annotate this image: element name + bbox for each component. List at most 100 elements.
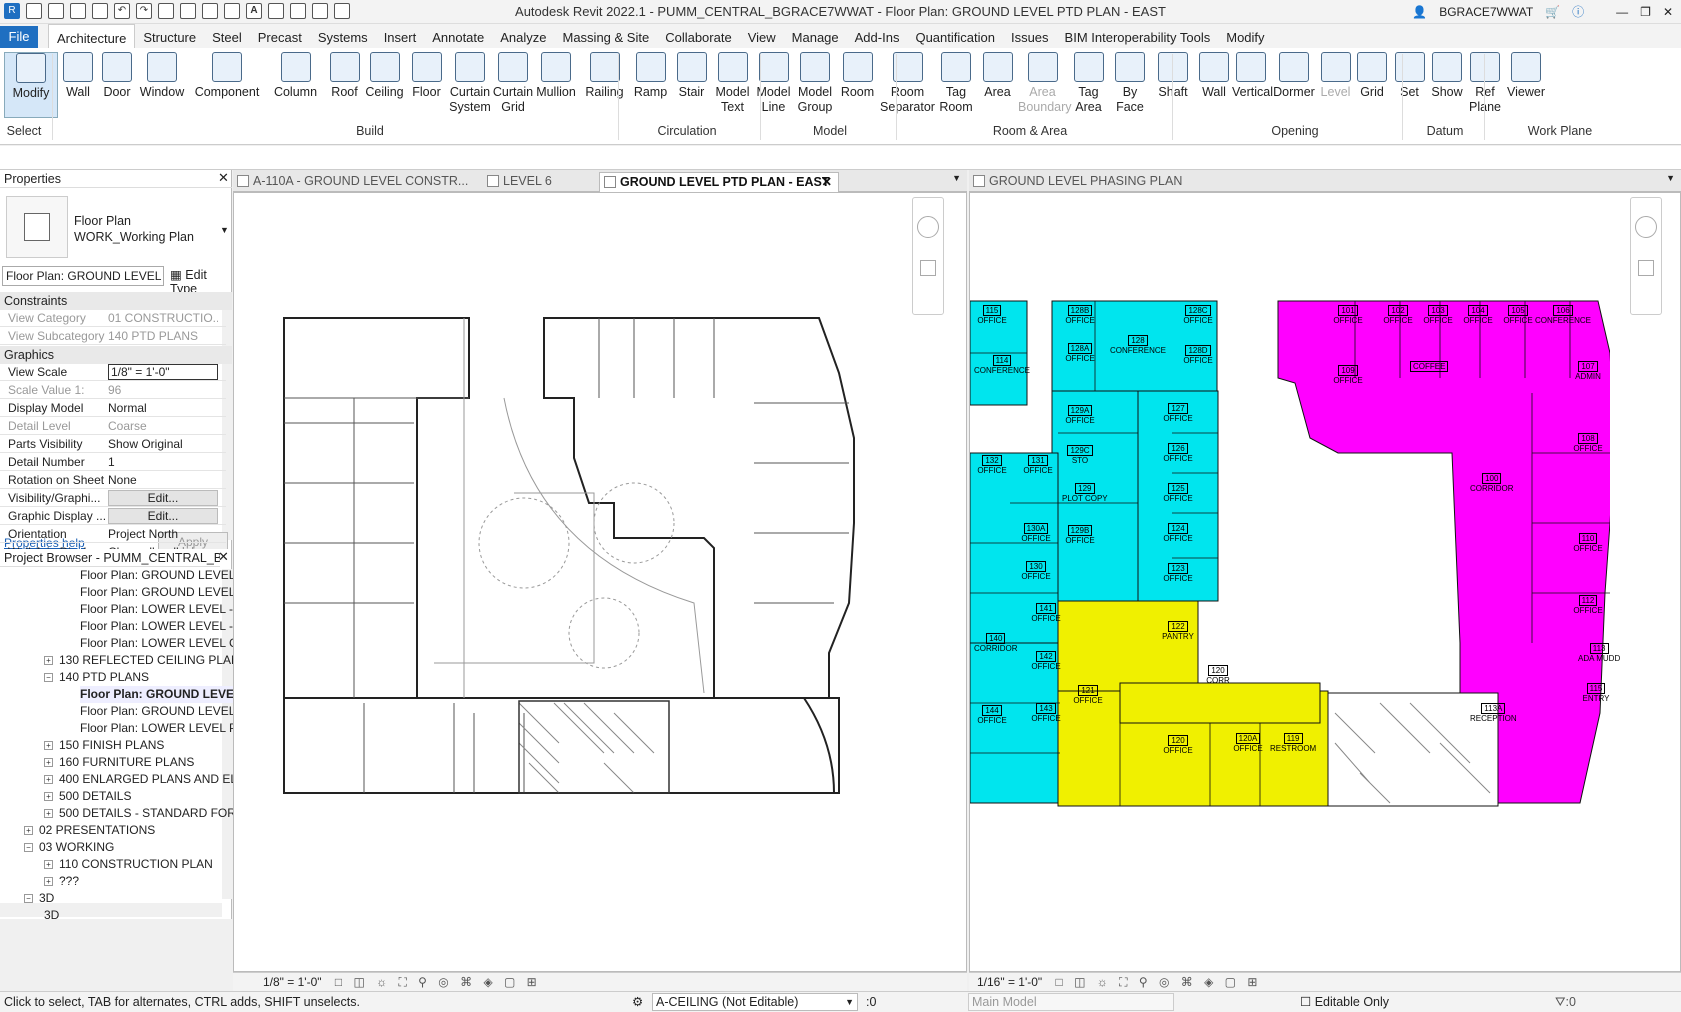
tab-close-icon[interactable]: ✕: [822, 173, 832, 191]
user-name[interactable]: BGRACE7WWAT: [1439, 5, 1533, 19]
collapse-icon[interactable]: −: [24, 894, 33, 904]
tree-node[interactable]: −140 PTD PLANS: [44, 669, 149, 686]
editable-only-checkbox[interactable]: ☐ Editable Only: [1300, 992, 1389, 1012]
menu-tab-issues[interactable]: Issues: [1003, 24, 1057, 50]
menu-tab-systems[interactable]: Systems: [310, 24, 376, 50]
tree-node[interactable]: +150 FINISH PLANS: [44, 737, 164, 754]
file-menu[interactable]: File: [0, 26, 38, 48]
floor-button[interactable]: Floor: [405, 52, 448, 100]
stair-button[interactable]: Stair: [670, 52, 713, 100]
curtain-grid-button[interactable]: Curtain Grid: [492, 52, 534, 115]
tree-node[interactable]: Floor Plan: LOWER LEVEL -: [80, 618, 233, 635]
tree-node[interactable]: +???: [44, 873, 79, 890]
property-row[interactable]: Detail Level Coarse: [0, 418, 226, 435]
active-workset-select[interactable]: A-CEILING (Not Editable) ▼: [652, 993, 858, 1011]
view-tab-2[interactable]: LEVEL 6: [483, 172, 593, 192]
properties-close-icon[interactable]: ✕: [218, 170, 229, 186]
right-navigation-bar[interactable]: [1630, 197, 1662, 315]
dormer-button[interactable]: Dormer: [1270, 52, 1318, 100]
browser-close-icon[interactable]: ✕: [218, 549, 229, 565]
menu-tab-annotate[interactable]: Annotate: [424, 24, 492, 50]
right-steering-wheel-icon[interactable]: [1635, 216, 1657, 238]
view-tab-1[interactable]: A-110A - GROUND LEVEL CONSTR...: [233, 172, 473, 192]
model-line-button[interactable]: Model Line: [752, 52, 795, 115]
tree-node[interactable]: −03 WORKING: [24, 839, 114, 856]
property-row[interactable]: Graphic Display ... Edit...: [0, 508, 226, 525]
ramp-button[interactable]: Ramp: [631, 52, 670, 100]
left-navigation-bar[interactable]: [912, 197, 944, 315]
zoom-icon[interactable]: [920, 260, 936, 276]
type-dropdown-icon[interactable]: ▼: [220, 225, 229, 235]
model-group-button[interactable]: Model Group: [795, 52, 835, 115]
expand-icon[interactable]: +: [44, 860, 53, 870]
right-view-scale[interactable]: 1/16" = 1'-0": [977, 975, 1042, 989]
expand-icon[interactable]: +: [44, 758, 53, 768]
tree-node[interactable]: +160 FURNITURE PLANS: [44, 754, 194, 771]
tree-node[interactable]: +110 CONSTRUCTION PLAN: [44, 856, 213, 873]
tree-node[interactable]: Floor Plan: LOWER LEVEL P: [80, 720, 237, 737]
show-button[interactable]: Show: [1428, 52, 1466, 100]
tree-node[interactable]: Floor Plan: LOWER LEVEL -: [80, 601, 233, 618]
tree-node[interactable]: Floor Plan: GROUND LEVEL: [80, 567, 235, 584]
left-tabs-dropdown-icon[interactable]: ▼: [952, 173, 961, 183]
menu-tab-insert[interactable]: Insert: [376, 24, 425, 50]
wall-button[interactable]: Wall: [1196, 52, 1232, 100]
window-button[interactable]: Window: [136, 52, 188, 100]
expand-icon[interactable]: +: [44, 741, 53, 751]
set-button[interactable]: Set: [1391, 52, 1428, 100]
by-face-button[interactable]: By Face: [1110, 52, 1150, 115]
railing-button[interactable]: Railing: [578, 52, 631, 100]
tree-node[interactable]: +500 DETAILS - STANDARD FOR: [44, 805, 236, 822]
component-button[interactable]: Component: [188, 52, 266, 100]
menu-tab-modify[interactable]: Modify: [1218, 24, 1272, 50]
property-row[interactable]: Orientation Project North: [0, 526, 226, 543]
viewer-button[interactable]: Viewer: [1504, 52, 1548, 100]
menu-tab-bim-interoperability-tools[interactable]: BIM Interoperability Tools: [1057, 24, 1219, 50]
design-option-select[interactable]: Main Model: [968, 993, 1174, 1011]
menu-tab-quantification[interactable]: Quantification: [907, 24, 1003, 50]
menu-tab-view[interactable]: View: [740, 24, 784, 50]
view-tab-phasing[interactable]: GROUND LEVEL PHASING PLAN: [969, 172, 1189, 192]
right-view-controls-icons[interactable]: □ ◫ ☼ ⛶ ⚲ ◎ ⌘ ◈ ▢ ⊞: [1056, 975, 1262, 989]
expand-icon[interactable]: +: [44, 792, 53, 802]
menu-tab-add-ins[interactable]: Add-Ins: [847, 24, 908, 50]
property-row[interactable]: Rotation on Sheet None: [0, 472, 226, 489]
menu-tab-analyze[interactable]: Analyze: [492, 24, 554, 50]
constraints-header[interactable]: Constraints: [0, 292, 232, 310]
expand-icon[interactable]: +: [44, 775, 53, 785]
property-row[interactable]: View Subcategory 140 PTD PLANS: [0, 328, 226, 345]
model-text-button[interactable]: Model Text: [713, 52, 752, 115]
menu-tab-collaborate[interactable]: Collaborate: [657, 24, 740, 50]
panel-select[interactable]: Select: [4, 124, 44, 138]
left-view-controls-icons[interactable]: □ ◫ ☼ ⛶ ⚲ ◎ ⌘ ◈ ▢ ⊞: [335, 975, 541, 989]
ref-plane-button[interactable]: Ref Plane: [1466, 52, 1504, 115]
tree-node[interactable]: Floor Plan: LOWER LEVEL C: [80, 635, 238, 652]
tree-node[interactable]: +400 ENLARGED PLANS AND EL: [44, 771, 237, 788]
left-view-scale[interactable]: 1/8" = 1'-0": [263, 975, 322, 989]
right-zoom-icon[interactable]: [1638, 260, 1654, 276]
tree-node[interactable]: Floor Plan: GROUND LEVEL: [80, 703, 235, 720]
property-row[interactable]: View Category 01 CONSTRUCTIO...: [0, 310, 226, 327]
right-view-canvas[interactable]: 115 OFFICE 114 CONFERENCE 128B OFFICE 128 CONFE…: [969, 192, 1681, 972]
user-icon[interactable]: 👤: [1412, 5, 1427, 19]
property-row[interactable]: Visibility/Graphi... Edit...: [0, 490, 226, 507]
menu-tab-precast[interactable]: Precast: [250, 24, 310, 50]
collapse-icon[interactable]: −: [44, 673, 53, 683]
steering-wheel-icon[interactable]: [917, 216, 939, 238]
close-icon[interactable]: ✕: [1663, 5, 1673, 19]
property-row[interactable]: Detail Number 1: [0, 454, 226, 471]
property-row[interactable]: Parts Visibility Show Original: [0, 436, 226, 453]
menu-tab-manage[interactable]: Manage: [784, 24, 847, 50]
menu-tab-massing-site[interactable]: Massing & Site: [555, 24, 658, 50]
tree-node[interactable]: Floor Plan: GROUND LEVE: [80, 686, 235, 703]
tree-node[interactable]: 3D: [44, 907, 59, 924]
filter-icon[interactable]: ⛛:0: [1555, 992, 1576, 1012]
tag-area-button[interactable]: Tag Area: [1067, 52, 1110, 115]
view-tab-3[interactable]: GROUND LEVEL PTD PLAN - EAST ✕: [599, 172, 839, 192]
wall-button[interactable]: Wall: [58, 52, 98, 100]
modify-button[interactable]: Modify: [4, 52, 58, 118]
column-button[interactable]: Column: [266, 52, 325, 100]
left-view-canvas[interactable]: [233, 192, 967, 972]
roof-button[interactable]: Roof: [325, 52, 364, 100]
grid-button[interactable]: Grid: [1353, 52, 1391, 100]
